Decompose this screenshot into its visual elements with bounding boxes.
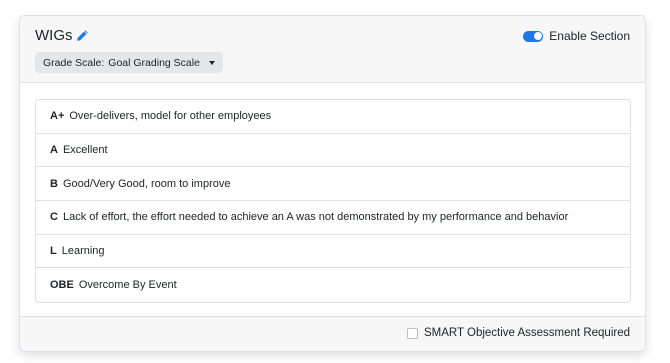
caret-down-icon bbox=[208, 60, 215, 65]
title-group: WIGs bbox=[35, 27, 89, 44]
grade-description: Learning bbox=[61, 245, 105, 258]
toggle-knob bbox=[533, 32, 542, 40]
grade-code: A+ bbox=[50, 110, 65, 123]
list-item: OBE Overcome By Event bbox=[36, 268, 630, 302]
list-item: L Learning bbox=[36, 235, 630, 269]
grade-code: B bbox=[50, 177, 58, 190]
grade-code: OBE bbox=[50, 279, 74, 292]
grade-description: Over-delivers, model for other employees bbox=[69, 110, 272, 123]
grade-code: L bbox=[50, 245, 57, 258]
smart-objective-checkbox[interactable] bbox=[406, 327, 418, 339]
grade-description: Overcome By Event bbox=[78, 279, 177, 292]
grade-scale-label: Grade Scale: bbox=[43, 56, 105, 69]
section-header: WIGs Grade Scale: Goal Grading Scale Ena… bbox=[20, 16, 645, 83]
grade-description: Good/Very Good, room to improve bbox=[62, 177, 231, 190]
section-footer: SMART Objective Assessment Required bbox=[20, 316, 645, 351]
wigs-section-card: WIGs Grade Scale: Goal Grading Scale Ena… bbox=[19, 15, 646, 352]
grade-scale-dropdown[interactable]: Grade Scale: Goal Grading Scale bbox=[35, 52, 223, 73]
grade-code: A bbox=[50, 144, 58, 157]
section-title: WIGs bbox=[35, 27, 73, 44]
smart-objective-option: SMART Objective Assessment Required bbox=[406, 327, 630, 339]
enable-section-control: Enable Section bbox=[523, 29, 630, 43]
grade-code: C bbox=[50, 211, 58, 224]
smart-objective-label: SMART Objective Assessment Required bbox=[423, 327, 630, 339]
list-item: C Lack of effort, the effort needed to ac… bbox=[36, 201, 630, 235]
enable-section-label: Enable Section bbox=[549, 29, 630, 43]
grade-description: Excellent bbox=[62, 144, 108, 157]
list-item: A Excellent bbox=[36, 134, 630, 168]
grade-scale-value: Goal Grading Scale bbox=[108, 56, 200, 69]
enable-section-toggle[interactable] bbox=[523, 30, 544, 42]
list-item: A+ Over-delivers, model for other employe… bbox=[36, 100, 630, 134]
grading-scale-list: A+ Over-delivers, model for other employe… bbox=[35, 99, 631, 304]
list-item: B Good/Very Good, room to improve bbox=[36, 167, 630, 202]
grade-description: Lack of effort, the effort needed to ach… bbox=[62, 211, 569, 224]
pencil-icon[interactable] bbox=[76, 29, 89, 42]
